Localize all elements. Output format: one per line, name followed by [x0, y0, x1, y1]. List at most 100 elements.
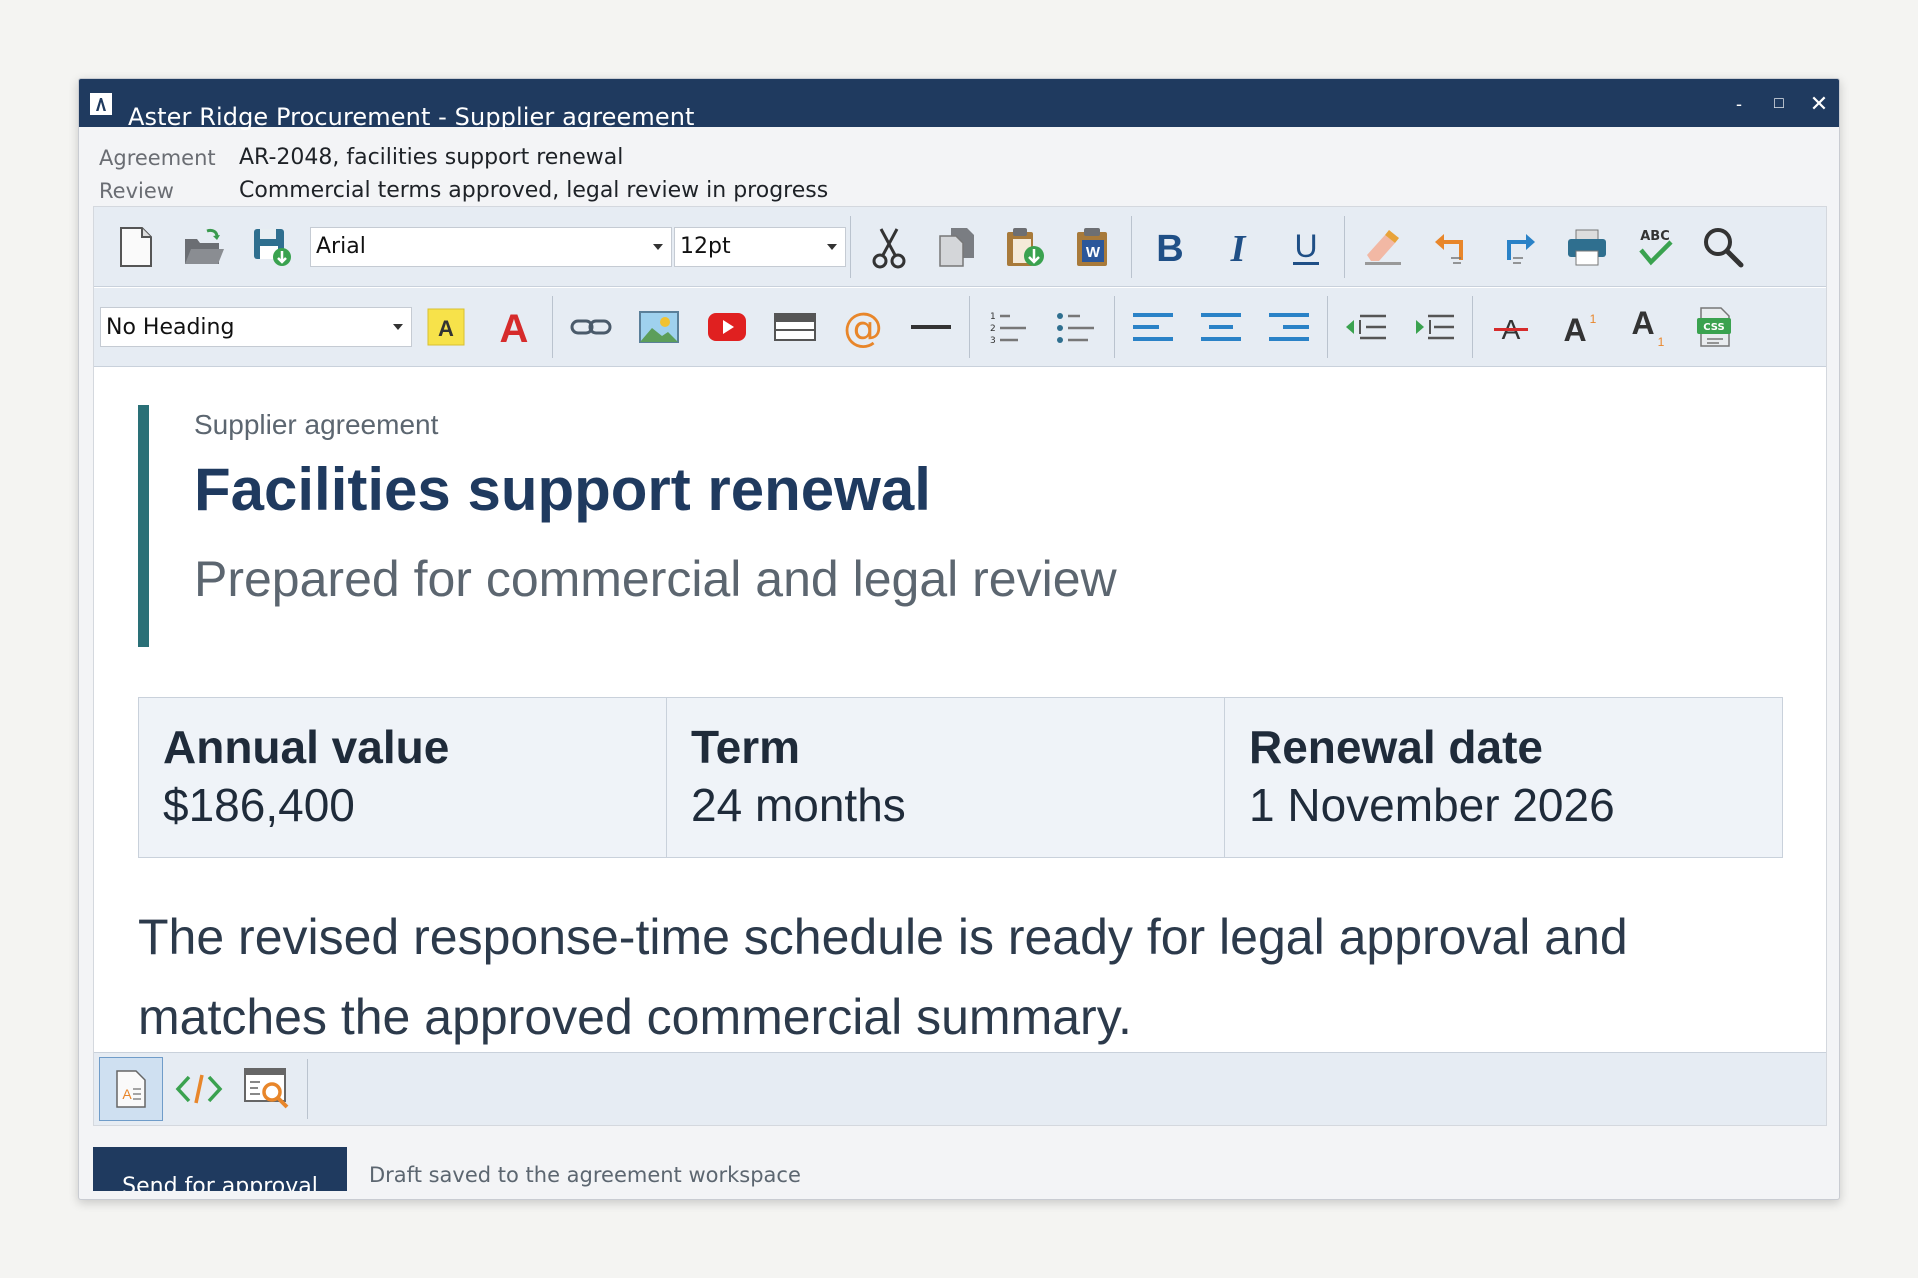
- save-button[interactable]: [238, 217, 306, 277]
- close-button[interactable]: ✕: [1799, 89, 1839, 119]
- font-color-button[interactable]: A: [480, 297, 548, 357]
- svg-text:@: @: [843, 305, 883, 349]
- bulleted-list-button[interactable]: [1042, 297, 1110, 357]
- align-right-icon: [1269, 313, 1309, 341]
- numbered-list-button[interactable]: 1 2 3: [974, 297, 1042, 357]
- toolbar-divider: [1344, 215, 1345, 278]
- redo-icon: [1507, 233, 1535, 264]
- clear-formatting-button[interactable]: [1349, 217, 1417, 277]
- design-view-button[interactable]: A: [99, 1057, 163, 1121]
- underline-icon: U: [1293, 228, 1319, 265]
- new-document-button[interactable]: [102, 217, 170, 277]
- html-view-button[interactable]: [167, 1057, 231, 1121]
- document-eyebrow: Supplier agreement: [194, 409, 439, 440]
- svg-text:A: A: [1631, 306, 1654, 341]
- italic-button[interactable]: I: [1204, 217, 1272, 277]
- svg-text:3: 3: [990, 336, 996, 346]
- document-header: Supplier agreement Facilities support re…: [138, 405, 1338, 647]
- document-subtitle: Prepared for commercial and legal review: [194, 551, 1117, 607]
- fact-renewal-date: Renewal date 1 November 2026: [1225, 698, 1782, 857]
- svg-text:A: A: [1563, 312, 1586, 347]
- find-button[interactable]: [1689, 217, 1757, 277]
- align-left-icon: [1133, 313, 1173, 341]
- undo-button[interactable]: [1417, 217, 1485, 277]
- svg-text:A: A: [122, 1086, 132, 1102]
- svg-text:1: 1: [1658, 335, 1665, 348]
- highlight-letter: A: [438, 316, 454, 341]
- rich-text-editor: Arial 12pt W B I U ABC No Heading A A @ …: [93, 206, 1827, 1126]
- eraser-icon: [1365, 229, 1401, 265]
- toolbar-row-1: Arial 12pt W B I U ABC: [94, 207, 1826, 287]
- fact-value: $186,400: [163, 779, 355, 831]
- video-icon: [708, 313, 746, 341]
- underline-button[interactable]: U: [1272, 217, 1340, 277]
- fact-term: Term 24 months: [667, 698, 1225, 857]
- toolbar-divider: [307, 1059, 308, 1119]
- heading-style-select[interactable]: No Heading: [100, 307, 412, 347]
- indent-icon: [1416, 314, 1454, 340]
- send-for-approval-label: Send for approval: [122, 1174, 318, 1191]
- superscript-button[interactable]: A1: [1545, 297, 1613, 357]
- agreement-row: Agreement AR-2048, facilities support re…: [99, 141, 1839, 174]
- align-right-button[interactable]: [1255, 297, 1323, 357]
- design-view-icon: A: [116, 1070, 146, 1108]
- paste-from-word-button[interactable]: W: [1059, 217, 1127, 277]
- fact-label: Term: [691, 721, 801, 773]
- minimize-button[interactable]: -: [1719, 89, 1759, 119]
- save-icon: [254, 228, 291, 266]
- svg-text:2: 2: [990, 324, 996, 334]
- horizontal-rule-icon: [911, 325, 951, 329]
- spellcheck-label: ABC: [1640, 229, 1670, 244]
- css-label: CSS: [1703, 322, 1724, 333]
- fact-label: Renewal date: [1249, 721, 1543, 773]
- insert-email-button[interactable]: @: [829, 297, 897, 357]
- print-button[interactable]: [1553, 217, 1621, 277]
- maximize-button[interactable]: □: [1759, 89, 1799, 119]
- chevron-down-icon: [827, 243, 837, 250]
- document-canvas[interactable]: Supplier agreement Facilities support re…: [94, 367, 1826, 1052]
- horizontal-rule-button[interactable]: [897, 297, 965, 357]
- outdent-button[interactable]: [1332, 297, 1400, 357]
- agreement-meta: Agreement AR-2048, facilities support re…: [79, 127, 1839, 207]
- font-size-select[interactable]: 12pt: [674, 226, 846, 267]
- insert-table-button[interactable]: [761, 297, 829, 357]
- window-title: Aster Ridge Procurement - Supplier agree…: [128, 103, 695, 131]
- review-row: Review Commercial terms approved, legal …: [99, 174, 1839, 207]
- subscript-button[interactable]: A1: [1613, 297, 1681, 357]
- cut-button[interactable]: [855, 217, 923, 277]
- font-family-value: Arial: [316, 234, 366, 259]
- chevron-down-icon: [393, 324, 403, 330]
- status-message: Draft saved to the agreement workspace: [369, 1163, 801, 1187]
- bold-button[interactable]: B: [1136, 217, 1204, 277]
- open-button[interactable]: [170, 217, 238, 277]
- insert-link-button[interactable]: [557, 297, 625, 357]
- fact-value: 24 months: [691, 779, 906, 831]
- paste-button[interactable]: [991, 217, 1059, 277]
- numbered-list-icon: 1 2 3: [990, 312, 1026, 346]
- highlight-color-button[interactable]: A: [412, 297, 480, 357]
- strikethrough-button[interactable]: A: [1477, 297, 1545, 357]
- copy-button[interactable]: [923, 217, 991, 277]
- toolbar-divider: [850, 215, 851, 278]
- indent-button[interactable]: [1400, 297, 1468, 357]
- css-styles-button[interactable]: CSS: [1681, 297, 1749, 357]
- review-label: Review: [99, 178, 174, 203]
- toolbar-divider: [1114, 296, 1115, 358]
- spellcheck-button[interactable]: ABC: [1621, 217, 1689, 277]
- image-icon: [639, 311, 679, 343]
- redo-button[interactable]: [1485, 217, 1553, 277]
- highlight-icon: A: [427, 308, 465, 346]
- insert-video-button[interactable]: [693, 297, 761, 357]
- preview-button[interactable]: [235, 1057, 299, 1121]
- align-center-button[interactable]: [1187, 297, 1255, 357]
- align-left-button[interactable]: [1119, 297, 1187, 357]
- review-value: Commercial terms approved, legal review …: [239, 178, 829, 203]
- send-for-approval-button[interactable]: Send for approval: [93, 1147, 347, 1191]
- insert-image-button[interactable]: [625, 297, 693, 357]
- font-family-select[interactable]: Arial: [310, 226, 672, 267]
- search-icon: [1704, 227, 1744, 267]
- toolbar-divider: [1131, 215, 1132, 278]
- title-bar[interactable]: Aster Ridge Procurement - Supplier agree…: [79, 79, 1839, 131]
- undo-icon: [1435, 233, 1463, 264]
- toolbar-divider: [552, 296, 553, 358]
